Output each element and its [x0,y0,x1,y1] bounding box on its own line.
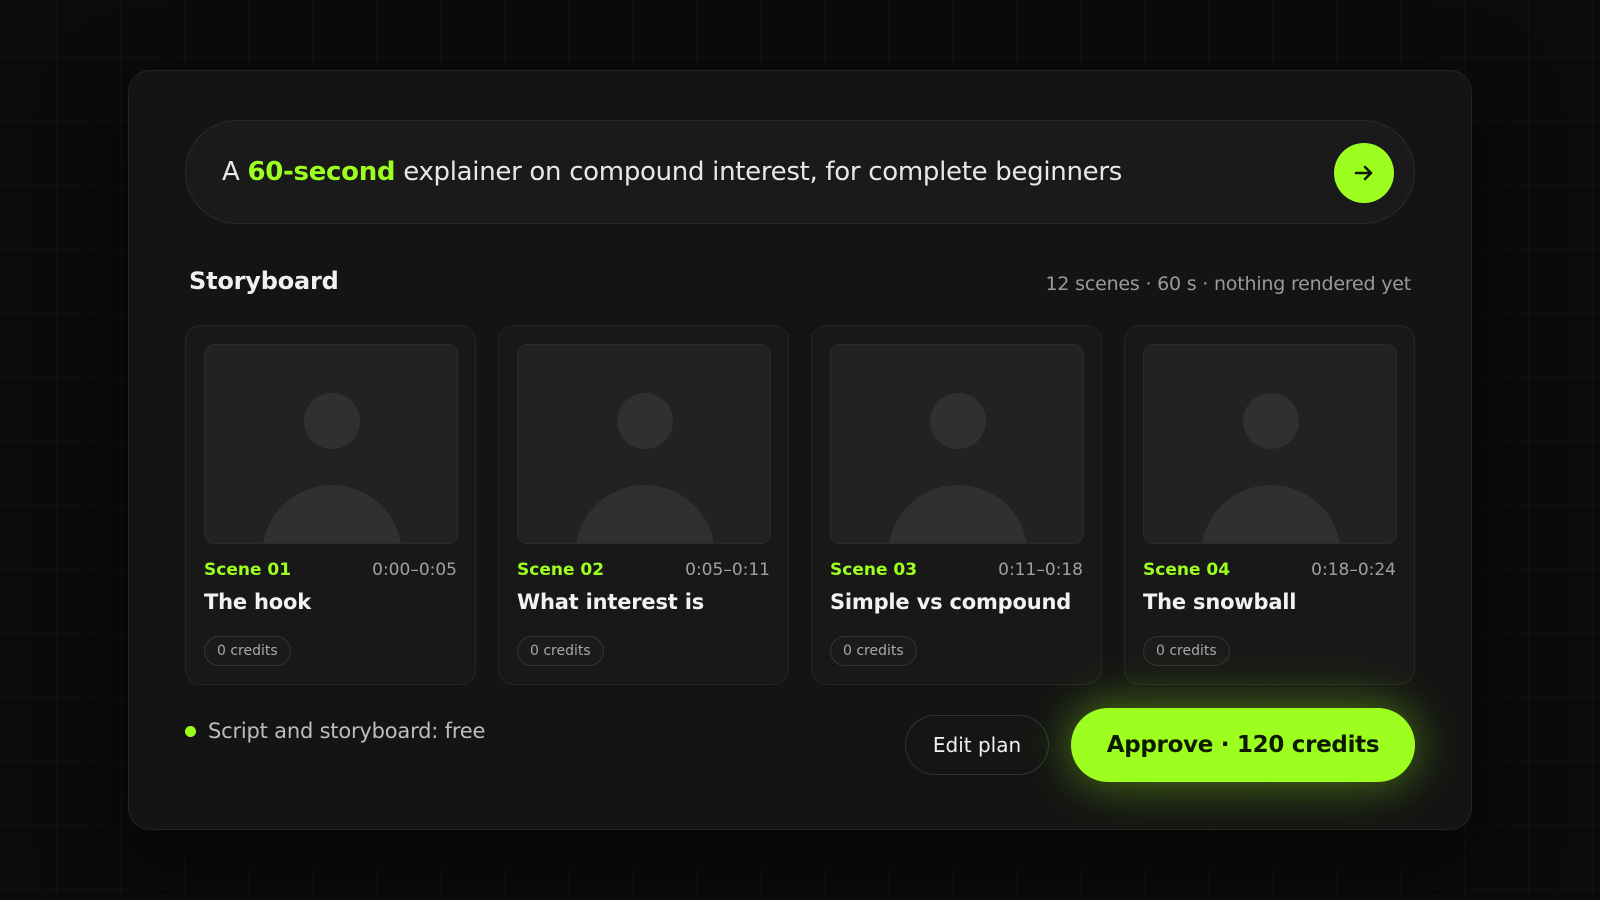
scene-time: 0:00–0:05 [372,560,457,580]
prompt-highlight: 60-second [247,157,396,187]
scene-card-04[interactable]: Scene 04 0:18–0:24 The snowball 0 credit… [1124,325,1415,685]
scene-credits-badge: 0 credits [1143,636,1230,666]
storyboard-meta: 12 scenes · 60 s · nothing rendered yet [1045,273,1412,295]
scene-credits-badge: 0 credits [204,636,291,666]
scene-title: The snowball [1143,590,1297,614]
approve-button[interactable]: Approve · 120 credits [1071,708,1415,782]
placeholder-head [304,393,360,449]
prompt-suffix: explainer on compound interest, for comp… [395,157,1122,187]
scene-title: What interest is [517,590,705,614]
scene-number: Scene 04 [1143,560,1231,580]
scene-credits-badge: 0 credits [517,636,604,666]
scene-thumbnail [204,344,458,544]
scene-number: Scene 03 [830,560,918,580]
prompt-bar[interactable]: A 60-second explainer on compound intere… [185,120,1415,224]
prompt-prefix: A [222,157,248,187]
scene-title: Simple vs compound [830,590,1072,614]
status-dot-icon [185,725,196,737]
status-text: Script and storyboard: free [208,719,486,743]
placeholder-shoulders [888,485,1028,543]
storyboard-title: Storyboard [189,267,339,295]
scene-thumbnail [1143,344,1397,544]
scene-number: Scene 01 [204,560,292,580]
arrow-right-icon [1354,165,1373,181]
placeholder-shoulders [262,485,402,543]
scene-time: 0:05–0:11 [685,560,770,580]
placeholder-head [1243,393,1299,449]
scene-time: 0:18–0:24 [1311,560,1396,580]
placeholder-head [930,393,986,449]
pricing-status: Script and storyboard: free [185,719,485,743]
storyboard-panel: A 60-second explainer on compound intere… [128,70,1472,830]
placeholder-head [617,393,673,449]
scene-cards: Scene 01 0:00–0:05 The hook 0 credits Sc… [185,325,1415,685]
scene-credits-badge: 0 credits [830,636,917,666]
submit-prompt-button[interactable] [1334,143,1394,203]
scene-title: The hook [204,590,311,614]
scene-card-02[interactable]: Scene 02 0:05–0:11 What interest is 0 cr… [498,325,789,685]
scene-thumbnail [517,344,771,544]
scene-time: 0:11–0:18 [998,560,1083,580]
prompt-text: A 60-second explainer on compound intere… [222,157,1122,187]
scene-thumbnail [830,344,1084,544]
scene-card-01[interactable]: Scene 01 0:00–0:05 The hook 0 credits [185,325,476,685]
placeholder-shoulders [1201,485,1341,543]
placeholder-shoulders [575,485,715,543]
scene-card-03[interactable]: Scene 03 0:11–0:18 Simple vs compound 0 … [811,325,1102,685]
scene-number: Scene 02 [517,560,605,580]
edit-plan-button[interactable]: Edit plan [905,715,1049,775]
